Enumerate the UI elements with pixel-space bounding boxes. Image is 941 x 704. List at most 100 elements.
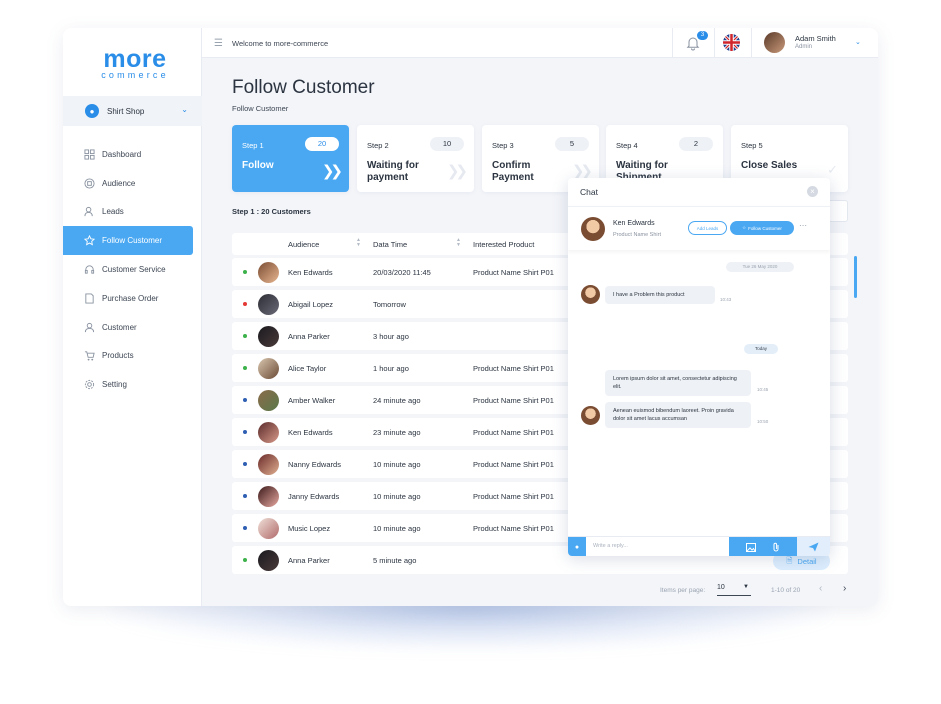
data-time: 3 hour ago: [373, 332, 409, 341]
header-divider: [714, 28, 715, 58]
add-leads-button[interactable]: Add Leads: [688, 221, 727, 235]
sidebar-item-customer-service[interactable]: Customer Service: [63, 255, 202, 284]
avatar: [258, 294, 279, 315]
status-dot: [243, 558, 247, 562]
sidebar-item-label: Products: [102, 351, 134, 361]
gear-icon: [83, 379, 95, 391]
column-header-audience[interactable]: Audience: [288, 240, 319, 249]
sidebar-item-setting[interactable]: Setting: [63, 370, 202, 399]
avatar: [258, 550, 279, 571]
caret-down-icon: ▼: [743, 584, 749, 590]
avatar: [581, 217, 605, 241]
interested-product: Product Name Shirt P01: [473, 492, 554, 501]
notification-badge: 3: [697, 31, 708, 40]
sidebar-item-label: Audience: [102, 178, 136, 188]
message-time: 10:45: [757, 387, 769, 392]
chat-contact-header: Ken Edwards Product Name Shirt Add Leads…: [568, 206, 830, 250]
hamburger-menu-icon[interactable]: ☰: [214, 38, 223, 49]
shirt-icon[interactable]: ●: [568, 537, 586, 556]
status-dot: [243, 494, 247, 498]
avatar: [258, 422, 279, 443]
data-time: Tomorrow: [373, 300, 406, 309]
app-window: more commerce ● Shirt Shop ⌄ Dashboard A…: [63, 28, 878, 606]
paperclip-icon[interactable]: [772, 542, 780, 552]
sidebar-item-label: Leads: [102, 207, 124, 217]
header-divider: [672, 28, 673, 58]
chat-message: Aenean euismod bibendum laoreet. Proin g…: [605, 402, 751, 428]
shop-selector[interactable]: ● Shirt Shop ⌄: [63, 96, 202, 126]
document-icon: [83, 292, 95, 304]
sidebar-item-dashboard[interactable]: Dashboard: [63, 140, 202, 169]
image-icon[interactable]: [745, 542, 756, 552]
data-time: 10 minute ago: [373, 524, 421, 533]
step-number: Step 4: [616, 141, 638, 150]
sidebar-item-customer[interactable]: Customer: [63, 313, 202, 342]
step-number: Step 1: [242, 141, 264, 150]
sort-icon[interactable]: ▲ ▼: [456, 238, 461, 248]
uk-flag-icon[interactable]: [723, 34, 740, 51]
interested-product: Product Name Shirt P01: [473, 364, 554, 373]
close-icon[interactable]: ×: [807, 186, 818, 197]
status-dot: [243, 366, 247, 370]
sidebar-item-label: Follow Customer: [102, 236, 163, 246]
sort-icon[interactable]: ▲ ▼: [356, 238, 361, 248]
filter-input[interactable]: [828, 200, 848, 222]
page-title: Follow Customer: [232, 77, 375, 98]
date-chip: Tue 26 May 2020: [726, 262, 794, 272]
sidebar-item-audience[interactable]: Audience: [63, 169, 202, 198]
sidebar-item-purchase-order[interactable]: Purchase Order: [63, 284, 202, 313]
audience-name: Ken Edwards: [288, 428, 333, 437]
reply-input[interactable]: Write a reply...: [593, 543, 628, 549]
send-button[interactable]: [797, 537, 830, 556]
message-time: 10:50: [757, 419, 769, 424]
chevron-down-icon[interactable]: ⌄: [855, 38, 861, 46]
data-time: 10 minute ago: [373, 492, 421, 501]
step-count: 2: [679, 137, 713, 151]
sidebar-item-products[interactable]: Products: [63, 342, 202, 371]
column-header-date-time[interactable]: Data Time: [373, 240, 407, 249]
user-role: Admin: [795, 44, 813, 50]
step-name: Confirm Payment: [492, 160, 534, 183]
status-dot: [243, 462, 247, 466]
column-header-interested-product[interactable]: Interested Product: [473, 240, 534, 249]
status-dot: [243, 398, 247, 402]
star-icon: ☆: [742, 225, 747, 230]
sidebar-item-follow-customer[interactable]: Follow Customer: [63, 226, 193, 256]
step-count: 5: [555, 137, 589, 151]
customer-count-label: Step 1 : 20 Customers: [232, 207, 311, 216]
data-time: 1 hour ago: [373, 364, 409, 373]
user-icon: [83, 321, 95, 333]
avatar[interactable]: [764, 32, 785, 53]
audience-name: Anna Parker: [288, 332, 330, 341]
step-number: Step 2: [367, 141, 389, 150]
avatar: [258, 486, 279, 507]
chevron-down-icon: ⌄: [181, 105, 188, 114]
items-per-page-select[interactable]: 10 ▼: [717, 584, 751, 596]
sidebar-item-label: Setting: [102, 380, 127, 390]
today-chip: Today: [744, 344, 778, 354]
step-count: 20: [305, 137, 339, 151]
chevron-left-icon[interactable]: ‹: [819, 583, 822, 594]
more-options-icon[interactable]: ⋯: [799, 221, 807, 230]
sidebar-item-leads[interactable]: Leads: [63, 198, 202, 227]
data-time: 20/03/2020 11:45: [373, 268, 431, 277]
chevron-right-icon[interactable]: ›: [843, 583, 846, 594]
page-range: 1-10 of 20: [771, 587, 801, 594]
audience-name: Abigail Lopez: [288, 300, 334, 309]
sidebar-item-label: Purchase Order: [102, 293, 159, 303]
interested-product: Product Name Shirt P01: [473, 524, 554, 533]
sidebar-item-label: Customer Service: [102, 265, 166, 275]
scrollbar[interactable]: [854, 256, 857, 298]
chat-title: Chat: [580, 187, 598, 197]
avatar: [581, 406, 600, 425]
logo: more commerce: [95, 46, 175, 80]
status-dot: [243, 430, 247, 434]
sidebar-item-label: Customer: [102, 322, 137, 332]
follow-customer-button[interactable]: ☆ Follow Customer: [730, 221, 794, 235]
sidebar-item-label: Dashboard: [102, 149, 142, 159]
avatar: [258, 326, 279, 347]
headset-icon: [83, 264, 95, 276]
double-chevron-right-icon: ❯❯: [321, 163, 343, 180]
step-card-1[interactable]: Step 1 20 Follow ❯❯: [232, 125, 349, 192]
step-card-2[interactable]: Step 2 10 Waiting for payment ❯❯: [357, 125, 474, 192]
